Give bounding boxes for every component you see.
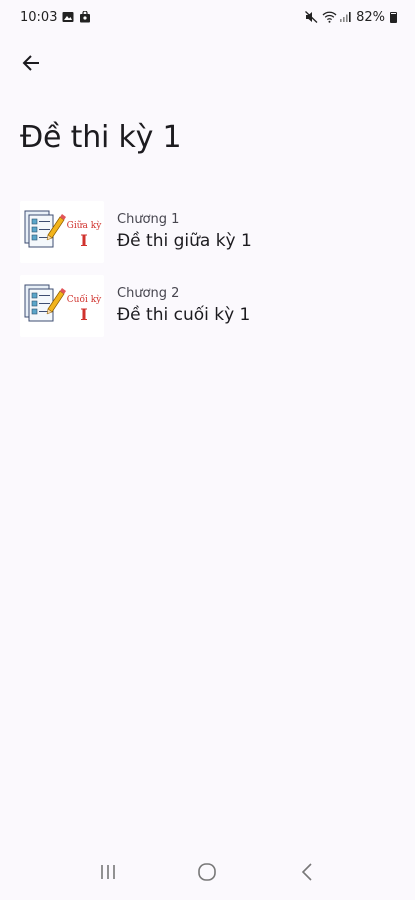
exam-list: Giữa kỳ I Chương 1 Đề thi giữa kỳ 1 Cuối…	[0, 195, 415, 343]
home-button[interactable]	[187, 854, 227, 894]
status-left: 10:03	[20, 10, 91, 25]
recent-apps-icon	[99, 863, 117, 885]
status-time: 10:03	[20, 9, 58, 25]
arrow-left-icon	[21, 53, 41, 77]
exam-checklist-icon: Giữa kỳ I	[24, 210, 103, 250]
thumb-label-bottom: I	[80, 305, 87, 324]
nav-back-button[interactable]	[287, 854, 327, 894]
battery-icon	[390, 11, 397, 23]
back-icon	[300, 862, 314, 886]
system-nav-bar	[0, 848, 415, 900]
wifi-icon	[322, 11, 337, 23]
status-bar: 10:03 82%	[0, 0, 415, 34]
thumb-label-top: Giữa kỳ	[67, 220, 103, 231]
thumb-label-top: Cuối kỳ	[67, 294, 102, 305]
list-item-chapter-1[interactable]: Giữa kỳ I Chương 1 Đề thi giữa kỳ 1	[0, 195, 415, 269]
list-item-title: Đề thi giữa kỳ 1	[117, 231, 252, 251]
thumb-label-bottom: I	[80, 231, 87, 250]
back-button[interactable]	[14, 48, 48, 82]
status-right: 82%	[305, 10, 397, 25]
list-item-overline: Chương 1	[117, 212, 180, 227]
battery-percent: 82%	[356, 9, 385, 25]
list-item-text: Chương 1 Đề thi giữa kỳ 1	[117, 211, 252, 253]
shopping-bag-icon	[79, 10, 91, 23]
gallery-icon	[62, 11, 74, 23]
list-item-overline: Chương 2	[117, 286, 180, 301]
list-item-title: Đề thi cuối kỳ 1	[117, 305, 251, 325]
exam-thumbnail: Cuối kỳ I	[20, 275, 104, 337]
signal-icon	[339, 11, 351, 23]
recent-apps-button[interactable]	[88, 854, 128, 894]
exam-thumbnail: Giữa kỳ I	[20, 201, 104, 263]
mute-icon	[305, 11, 318, 23]
page-title: Đề thi kỳ 1	[20, 120, 182, 155]
list-item-text: Chương 2 Đề thi cuối kỳ 1	[117, 285, 250, 327]
exam-checklist-icon: Cuối kỳ I	[24, 284, 102, 324]
list-item-chapter-2[interactable]: Cuối kỳ I Chương 2 Đề thi cuối kỳ 1	[0, 269, 415, 343]
home-icon	[197, 862, 217, 886]
